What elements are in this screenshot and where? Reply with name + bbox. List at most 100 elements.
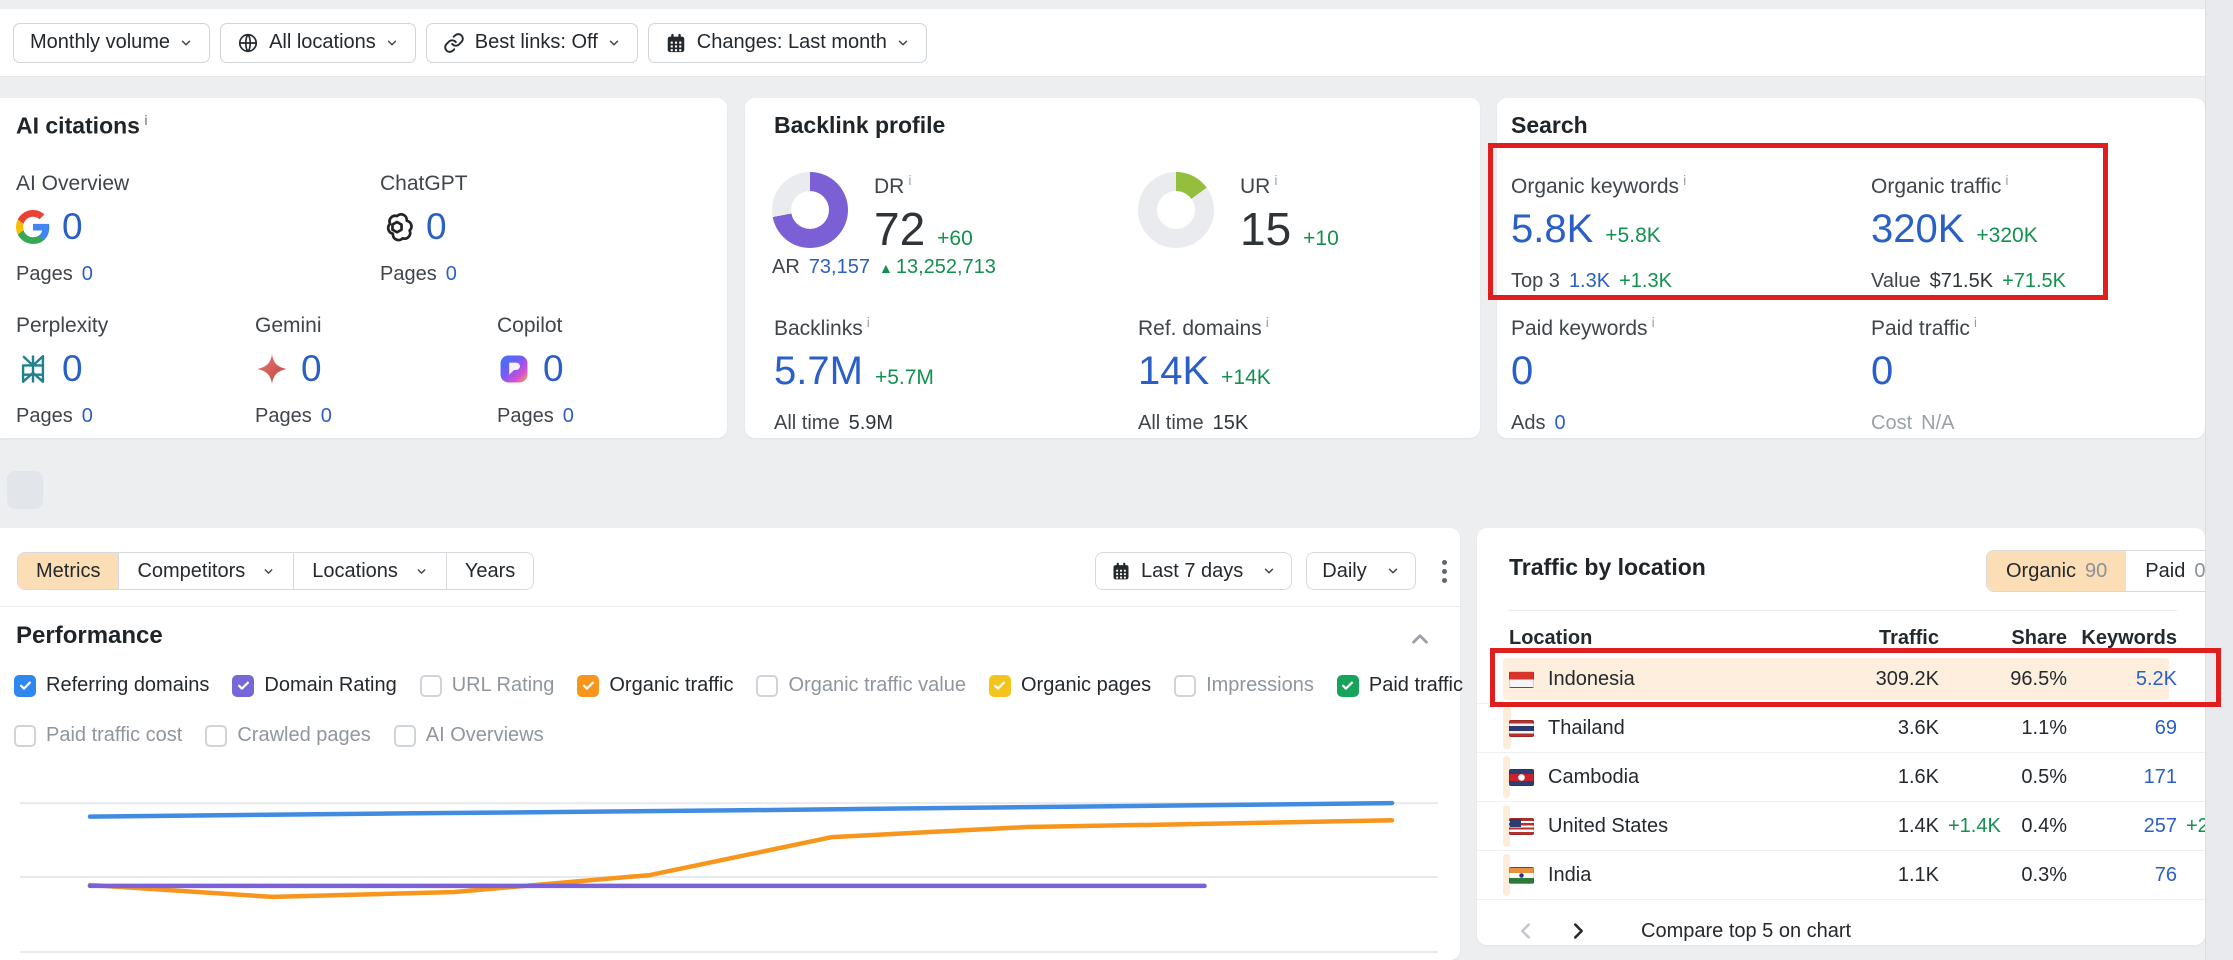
location-row-united-states[interactable]: United States 1.4K+1.4K 0.4% 257+255 (1477, 802, 2205, 851)
backlink-profile-card: Backlink profile DRi 72+60 AR 73,157 ▲13… (745, 98, 1480, 438)
info-icon[interactable]: i (1266, 314, 1269, 330)
segment-locations[interactable]: Locations (294, 553, 447, 589)
filter-best-links-off[interactable]: Best links: Off (426, 23, 638, 63)
ai-citations-count[interactable]: 0 (543, 348, 564, 390)
ai-citations-count[interactable]: 0 (62, 348, 83, 390)
location-row-indonesia[interactable]: Indonesia 309.2K 96.5% 5.2K (1477, 655, 2205, 704)
checkbox (577, 675, 599, 697)
metric-checkbox-ai-overviews[interactable]: AI Overviews (394, 724, 544, 747)
metric-checkbox-organic-traffic-value[interactable]: Organic traffic value (756, 674, 966, 697)
vertical-scrollbar[interactable] (2205, 0, 2233, 960)
organic-paid-toggle: Organic 90 Paid 0 (1986, 550, 2225, 592)
keywords-link[interactable]: 171 (2144, 766, 2177, 788)
checkbox (14, 725, 36, 747)
keywords-link[interactable]: 5.2K (2136, 668, 2177, 690)
chevron-down-icon (1386, 564, 1400, 578)
organic-keywords-value-link[interactable]: 5.8K (1511, 207, 1593, 252)
ar-value-link[interactable]: 73,157 (809, 256, 870, 279)
metric-checkbox-paid-traffic[interactable]: Paid traffic (1337, 674, 1463, 697)
ai-citation-gemini: Gemini 0 Pages 0 (255, 314, 485, 428)
info-icon[interactable]: i (2005, 172, 2008, 188)
check-icon (236, 678, 251, 693)
pages-count-link[interactable]: 0 (563, 405, 574, 428)
performance-title: Performance (16, 622, 163, 650)
share-cell: 1.1% (1939, 717, 2067, 740)
metric-checkbox-crawled-pages[interactable]: Crawled pages (205, 724, 370, 747)
info-icon[interactable]: i (144, 112, 148, 128)
more-options-kebab-icon[interactable] (1430, 552, 1460, 590)
info-icon[interactable]: i (1652, 314, 1655, 330)
backlinks-value-link[interactable]: 5.7M (774, 349, 863, 394)
keywords-link[interactable]: 257 (2144, 815, 2177, 837)
pages-count-link[interactable]: 0 (321, 405, 332, 428)
ads-value-link[interactable]: 0 (1554, 412, 1565, 435)
filter-changes-last-month[interactable]: Changes: Last month (648, 23, 927, 63)
keywords-cell: 171 (2067, 766, 2177, 789)
segment-years[interactable]: Years (447, 553, 533, 589)
info-icon[interactable]: i (908, 172, 911, 188)
top3-value-link[interactable]: 1.3K (1569, 270, 1610, 293)
flag-thailand-icon (1509, 720, 1534, 737)
filter-all-locations[interactable]: All locations (220, 23, 416, 63)
date-range-button[interactable]: Last 7 days (1095, 552, 1292, 590)
keywords-cell: 69 (2067, 717, 2177, 740)
ai-citations-count[interactable]: 0 (62, 206, 83, 248)
collapse-section-button[interactable] (1404, 624, 1436, 656)
share-cell: 0.5% (1939, 766, 2067, 789)
keywords-cell: 5.2K (2067, 668, 2177, 691)
organic-traffic-value-link[interactable]: 320K (1871, 207, 1964, 252)
metric-checkbox-referring-domains[interactable]: Referring domains (14, 674, 209, 697)
triangle-up-icon: ▲ (879, 260, 893, 276)
pages-count-link[interactable]: 0 (446, 263, 457, 286)
tab-general[interactable] (7, 471, 43, 509)
keywords-link[interactable]: 69 (2155, 717, 2177, 739)
ar-delta: ▲13,252,713 (879, 256, 996, 279)
location-row-cambodia[interactable]: Cambodia 1.6K 0.5% 171 (1477, 753, 2205, 802)
paid-traffic-value-link[interactable]: 0 (1871, 349, 1893, 394)
metric-checkbox-url-rating[interactable]: URL Rating (420, 674, 555, 697)
ref-domains-value-link[interactable]: 14K (1138, 349, 1209, 394)
info-icon[interactable]: i (867, 314, 870, 330)
chevron-down-icon (262, 565, 275, 578)
paid-keywords-value-link[interactable]: 0 (1511, 349, 1533, 394)
ai-engine-name: Copilot (497, 314, 727, 338)
pages-count-link[interactable]: 0 (82, 405, 93, 428)
flag-united-states-icon (1509, 818, 1534, 835)
previous-page-button[interactable] (1509, 914, 1543, 948)
metric-checkbox-paid-traffic-cost[interactable]: Paid traffic cost (14, 724, 182, 747)
divider (1509, 610, 2177, 611)
backlinks-metric: Backlinksi 5.7M+5.7M All time5.9M (774, 314, 934, 435)
compare-top5-link[interactable]: Compare top 5 on chart (1641, 920, 1851, 943)
checkbox (1174, 675, 1196, 697)
next-page-button[interactable] (1561, 914, 1595, 948)
metric-checkbox-organic-pages[interactable]: Organic pages (989, 674, 1151, 697)
location-row-thailand[interactable]: Thailand 3.6K 1.1% 69 (1477, 704, 2205, 753)
chevron-up-icon (1407, 626, 1433, 652)
segment-competitors[interactable]: Competitors (119, 553, 294, 589)
ai-citations-count[interactable]: 0 (301, 348, 322, 390)
info-icon[interactable]: i (1974, 314, 1977, 330)
checkbox (1337, 675, 1359, 697)
google-icon (16, 210, 50, 244)
location-row-india[interactable]: India 1.1K 0.3% 76 (1477, 851, 2205, 900)
granularity-button[interactable]: Daily (1306, 552, 1415, 590)
share-cell: 0.3% (1939, 864, 2067, 887)
ai-engine-name: ChatGPT (380, 172, 610, 196)
flag-cambodia-icon (1509, 769, 1534, 786)
traffic-by-location-title: Traffic by location (1509, 554, 1706, 581)
info-icon[interactable]: i (1683, 172, 1686, 188)
segment-metrics[interactable]: Metrics (18, 553, 119, 589)
info-icon[interactable]: i (1274, 172, 1277, 188)
check-icon (18, 678, 33, 693)
col-share: Share (1939, 627, 2067, 650)
ai-citations-count[interactable]: 0 (426, 206, 447, 248)
keywords-link[interactable]: 76 (2155, 864, 2177, 886)
metric-checkbox-impressions[interactable]: Impressions (1174, 674, 1314, 697)
filter-monthly-volume[interactable]: Monthly volume (13, 23, 210, 63)
metric-checkbox-domain-rating[interactable]: Domain Rating (232, 674, 396, 697)
toggle-count-badge: 90 (2085, 560, 2107, 583)
pages-label: Pages (255, 405, 312, 428)
toggle-organic[interactable]: Organic 90 (1987, 551, 2126, 591)
pages-count-link[interactable]: 0 (82, 263, 93, 286)
metric-checkbox-organic-traffic[interactable]: Organic traffic (577, 674, 733, 697)
